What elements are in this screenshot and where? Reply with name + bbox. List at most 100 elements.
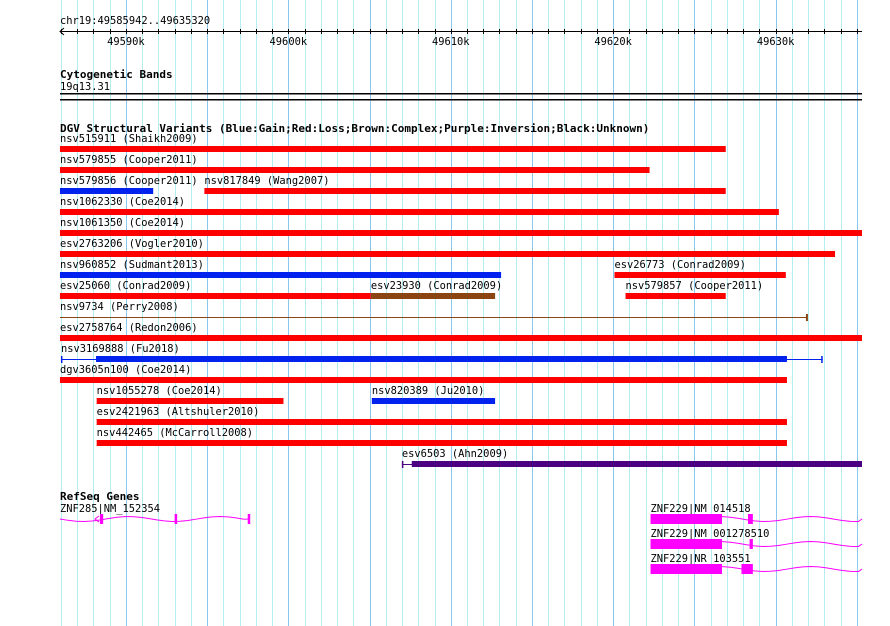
dgv-feature-bar[interactable] [204,188,726,194]
dgv-feature-label[interactable]: dgv3605n100 (Coe2014) [60,364,191,376]
dgv-feature-start-tick [60,356,63,363]
dgv-feature-bar[interactable] [625,293,726,299]
ruler-tick-label: 49630k [757,36,795,48]
dgv-feature-bar[interactable] [59,251,836,257]
dgv-feature-label[interactable]: nsv1055278 (Coe2014) [97,385,222,397]
dgv-feature-bar[interactable] [96,356,787,362]
gene-intron-line [59,515,250,522]
refseq-gene[interactable]: ZNF285|NM_152354 [59,503,251,524]
refseq-gene[interactable]: ZNF229|NM_001278510 [650,528,863,549]
dgv-feature-label[interactable]: nsv442465 (McCarroll2008) [97,427,253,439]
gene-exon [174,514,178,524]
dgv-feature-label[interactable]: nsv3169888 (Fu2018) [61,343,180,355]
ruler-tick-label: 49600k [270,36,308,48]
ruler-tick-label: 49620k [594,36,632,48]
cytoband-track: Cytogenetic Bands 19q13.31 [60,68,862,101]
dgv-feature-label[interactable]: nsv1061350 (Coe2014) [60,217,185,229]
dgv-feature-label[interactable]: nsv817849 (Wang2007) [204,175,329,187]
dgv-feature[interactable]: nsv3169888 (Fu2018) [60,343,823,363]
dgv-feature[interactable]: esv2421963 (Altshuler2010) [96,406,787,425]
dgv-feature-label[interactable]: nsv515911 (Shaikh2009) [60,133,198,145]
dgv-feature-bar[interactable] [59,209,779,215]
ruler-tick-label: 49590k [107,36,145,48]
gene-label[interactable]: ZNF229|NM_014518 [651,503,751,515]
dgv-feature[interactable]: esv23930 (Conrad2009) [370,280,502,299]
dgv-feature-label[interactable]: esv25060 (Conrad2009) [60,280,191,292]
dgv-feature-label[interactable]: esv26773 (Conrad2009) [614,259,745,271]
dgv-feature-bar[interactable] [371,398,496,404]
dgv-feature-bar[interactable] [59,188,154,194]
refseq-title[interactable]: RefSeq Genes [60,490,139,503]
gene-exon [650,514,722,524]
ruler-tick-label: 49610k [432,36,470,48]
dgv-feature-label[interactable]: nsv9734 (Perry2008) [60,301,179,313]
dgv-feature[interactable]: nsv9734 (Perry2008) [59,301,808,321]
gene-exon [650,539,722,549]
gene-exon [747,514,753,524]
dgv-feature[interactable]: nsv1061350 (Coe2014) [59,217,862,236]
dgv-feature[interactable]: esv2758764 (Redon2006) [59,322,862,341]
dgv-feature-label[interactable]: esv6503 (Ahn2009) [402,448,508,460]
dgv-feature-bar[interactable] [59,146,726,152]
dgv-feature-label[interactable]: esv2758764 (Redon2006) [60,322,198,334]
dgv-feature-bar[interactable] [59,293,371,299]
refseq-track: RefSeq Genes ZNF285|NM_152354 ZNF229|NM_0… [59,490,863,574]
dgv-feature-bar[interactable] [59,230,862,236]
dgv-feature-bar[interactable] [59,377,787,383]
dgv-feature[interactable]: esv2763206 (Vogler2010) [59,238,836,257]
dgv-feature-bar[interactable] [411,461,862,467]
gene-exon [749,539,753,549]
dgv-feature[interactable]: esv26773 (Conrad2009) [614,259,786,278]
position-label: chr19:49585942..49635320 [60,15,210,27]
dgv-feature-label[interactable]: esv2421963 (Altshuler2010) [97,406,260,418]
cytoband-line-top [60,93,862,95]
dgv-feature-bar[interactable] [96,398,284,404]
gene-exon [247,514,251,524]
dgv-feature-bar[interactable] [59,335,862,341]
dgv-feature-bar[interactable] [96,419,787,425]
dgv-feature[interactable]: nsv442465 (McCarroll2008) [96,427,787,446]
strand-arrow-icon [94,515,100,523]
dgv-feature[interactable]: esv25060 (Conrad2009) [59,280,371,299]
cytoband-label: 19q13.31 [60,81,110,93]
dgv-feature-bar[interactable] [370,293,496,299]
dgv-feature-label[interactable]: nsv820389 (Ju2010) [372,385,485,397]
refseq-gene[interactable]: ZNF229|NR_103551 [650,553,863,574]
dgv-feature[interactable]: dgv3605n100 (Coe2014) [59,364,787,383]
dgv-feature-bar[interactable] [59,167,650,173]
dgv-feature[interactable]: nsv515911 (Shaikh2009) [59,133,726,152]
gene-exon [99,514,104,524]
dgv-feature[interactable]: nsv1055278 (Coe2014) [96,385,284,404]
dgv-feature[interactable]: nsv817849 (Wang2007) [204,175,726,194]
gene-exon [650,564,722,574]
dgv-feature[interactable]: nsv960852 (Sudmant2013) [59,259,502,278]
cytoband-title[interactable]: Cytogenetic Bands [60,68,173,81]
dgv-feature-end-tick [821,356,823,363]
dgv-feature-label[interactable]: nsv960852 (Sudmant2013) [60,259,204,271]
dgv-feature[interactable]: nsv1062330 (Coe2014) [59,196,779,215]
dgv-feature-label[interactable]: nsv579855 (Cooper2011) [60,154,198,166]
dgv-feature-start-tick [401,461,404,468]
ruler-track: chr19:49585942..49635320 49590k 49600k 496… [59,15,862,48]
dgv-feature-bar[interactable] [614,272,786,278]
dgv-feature-label[interactable]: esv23930 (Conrad2009) [371,280,502,292]
dgv-feature[interactable]: nsv579857 (Cooper2011) [625,280,764,299]
dgv-feature-label[interactable]: nsv579857 (Cooper2011) [626,280,764,292]
dgv-feature-label[interactable]: esv2763206 (Vogler2010) [60,238,204,250]
dgv-feature-label[interactable]: nsv1062330 (Coe2014) [60,196,185,208]
dgv-feature-bar[interactable] [59,272,502,278]
dgv-feature[interactable]: nsv579856 (Cooper2011) [59,175,198,194]
refseq-gene[interactable]: ZNF229|NM_014518 [650,503,863,524]
gene-label[interactable]: ZNF229|NM_001278510 [651,528,770,540]
dgv-track: DGV Structural Variants (Blue:Gain;Red:L… [59,122,862,468]
dgv-feature[interactable]: nsv579855 (Cooper2011) [59,154,650,173]
dgv-feature-end-tick [805,314,808,321]
genome-browser-canvas[interactable]: chr19:49585942..49635320 49590k 49600k 496… [0,0,890,626]
cytoband-line-bottom [60,99,862,101]
gene-label[interactable]: ZNF285|NM_152354 [60,503,160,515]
dgv-feature-bar[interactable] [96,440,787,446]
dgv-feature-label[interactable]: nsv579856 (Cooper2011) [60,175,198,187]
gene-exon [741,564,753,574]
dgv-feature[interactable]: nsv820389 (Ju2010) [371,385,496,404]
gene-label[interactable]: ZNF229|NR_103551 [651,553,751,565]
